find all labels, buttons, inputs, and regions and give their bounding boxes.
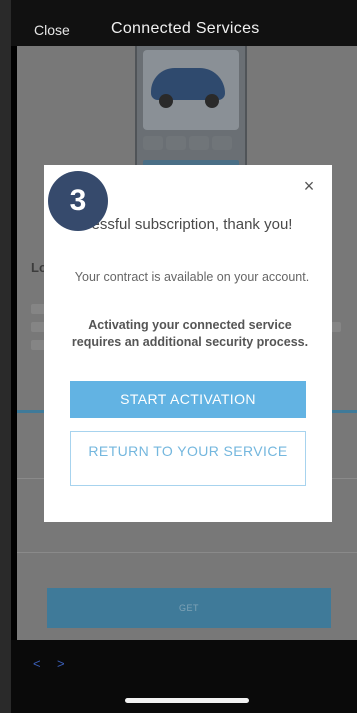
back-arrow-icon[interactable]: < xyxy=(33,656,41,671)
car-wheel-front xyxy=(159,94,173,108)
start-activation-button[interactable]: START ACTIVATION xyxy=(70,381,306,418)
return-to-service-button[interactable]: RETURN TO YOUR SERVICE xyxy=(70,431,306,486)
modal-title: essful subscription, thank you! xyxy=(91,216,293,233)
step-number-badge: 3 xyxy=(48,171,108,231)
device-bezel xyxy=(0,0,11,713)
close-icon[interactable]: × xyxy=(300,177,318,195)
phone-app-image xyxy=(135,46,247,178)
car-wheel-rear xyxy=(205,94,219,108)
phone-app-icons xyxy=(143,136,239,154)
forward-arrow-icon[interactable]: > xyxy=(57,656,65,671)
bottom-navigation: < > xyxy=(11,640,357,713)
home-indicator[interactable] xyxy=(125,698,249,703)
top-bar: Close Connected Services xyxy=(11,0,357,46)
page-title: Connected Services xyxy=(111,20,260,37)
section-divider xyxy=(17,552,357,553)
modal-security-note: Activating your connected service requir… xyxy=(71,318,309,349)
get-button[interactable]: GET xyxy=(47,588,331,628)
modal-subtitle: Your contract is available on your accou… xyxy=(74,270,310,284)
close-button[interactable]: Close xyxy=(34,22,70,38)
